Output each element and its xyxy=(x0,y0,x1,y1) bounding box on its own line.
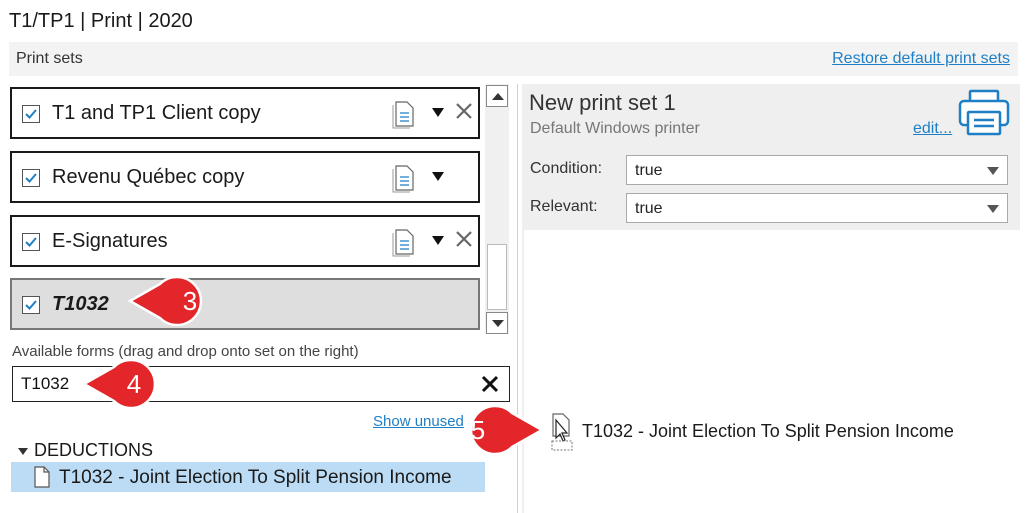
scroll-up-button[interactable] xyxy=(486,85,508,107)
window-title: T1/TP1 | Print | 2020 xyxy=(9,10,193,32)
print-set-name: New print set 1 xyxy=(529,90,676,115)
print-set-label: T1032 xyxy=(52,293,109,315)
edit-printer-link[interactable]: edit... xyxy=(913,120,952,138)
condition-label: Condition: xyxy=(530,160,603,177)
print-set-row[interactable]: Revenu Québec copy xyxy=(10,151,480,203)
print-set-row[interactable]: E-Signatures xyxy=(10,215,480,267)
callout-badge-3: 3 xyxy=(128,276,212,326)
form-list-item[interactable]: T1032 - Joint Election To Split Pension … xyxy=(11,462,485,492)
print-set-checkbox[interactable] xyxy=(22,296,40,314)
checkmark-icon xyxy=(25,173,37,183)
callout-number: 3 xyxy=(182,285,198,316)
collapse-triangle-icon[interactable] xyxy=(18,447,28,455)
printer-name: Default Windows printer xyxy=(530,120,700,137)
print-set-checkbox[interactable] xyxy=(22,105,40,123)
clear-search-icon[interactable] xyxy=(481,375,499,393)
document-icon[interactable] xyxy=(392,99,418,129)
print-sets-scrollbar[interactable] xyxy=(485,84,509,334)
printer-icon[interactable] xyxy=(958,88,1010,138)
chevron-down-icon[interactable] xyxy=(432,236,444,245)
form-group-deductions[interactable]: DEDUCTIONS xyxy=(18,440,153,461)
callout-badge-4: 4 xyxy=(82,359,166,409)
condition-select[interactable]: true xyxy=(626,155,1008,185)
scrollbar-thumb[interactable] xyxy=(487,244,507,310)
print-set-label: Revenu Québec copy xyxy=(52,166,245,188)
scroll-down-button[interactable] xyxy=(486,312,508,334)
print-set-checkbox[interactable] xyxy=(22,233,40,251)
close-icon[interactable] xyxy=(454,101,474,121)
callout-number: 4 xyxy=(126,368,142,399)
document-icon[interactable] xyxy=(392,227,418,257)
print-set-checkbox[interactable] xyxy=(22,169,40,187)
condition-value: true xyxy=(635,162,663,179)
arrow-down-icon xyxy=(492,320,504,327)
chevron-down-icon[interactable] xyxy=(432,108,444,117)
arrow-up-icon xyxy=(492,93,504,100)
file-icon xyxy=(34,466,50,488)
print-set-row[interactable]: T1 and TP1 Client copy xyxy=(10,87,480,139)
print-set-label: E-Signatures xyxy=(52,230,168,252)
checkmark-icon xyxy=(25,300,37,310)
relevant-select[interactable]: true xyxy=(626,193,1008,223)
chevron-down-icon[interactable] xyxy=(987,205,999,213)
close-icon[interactable] xyxy=(454,229,474,249)
chevron-down-icon[interactable] xyxy=(432,172,444,181)
chevron-down-icon[interactable] xyxy=(987,167,999,175)
callout-badge-5: 5 xyxy=(456,405,544,455)
drag-item-label: T1032 - Joint Election To Split Pension … xyxy=(582,421,954,441)
print-set-drop-area[interactable] xyxy=(524,230,1020,513)
checkmark-icon xyxy=(25,109,37,119)
print-sets-label: Print sets xyxy=(16,50,83,67)
form-list-item-label: T1032 - Joint Election To Split Pension … xyxy=(59,467,452,488)
relevant-label: Relevant: xyxy=(530,198,598,215)
form-group-label: DEDUCTIONS xyxy=(34,440,154,460)
relevant-value: true xyxy=(635,200,663,217)
restore-default-print-sets-link[interactable]: Restore default print sets xyxy=(832,50,1010,68)
drag-copy-cursor-icon xyxy=(551,413,573,451)
print-set-label: T1 and TP1 Client copy xyxy=(52,102,261,124)
checkmark-icon xyxy=(25,237,37,247)
document-icon[interactable] xyxy=(392,163,418,193)
print-set-row-selected[interactable]: T1032 xyxy=(10,278,480,330)
callout-number: 5 xyxy=(470,414,486,445)
available-forms-label: Available forms (drag and drop onto set … xyxy=(12,343,359,360)
